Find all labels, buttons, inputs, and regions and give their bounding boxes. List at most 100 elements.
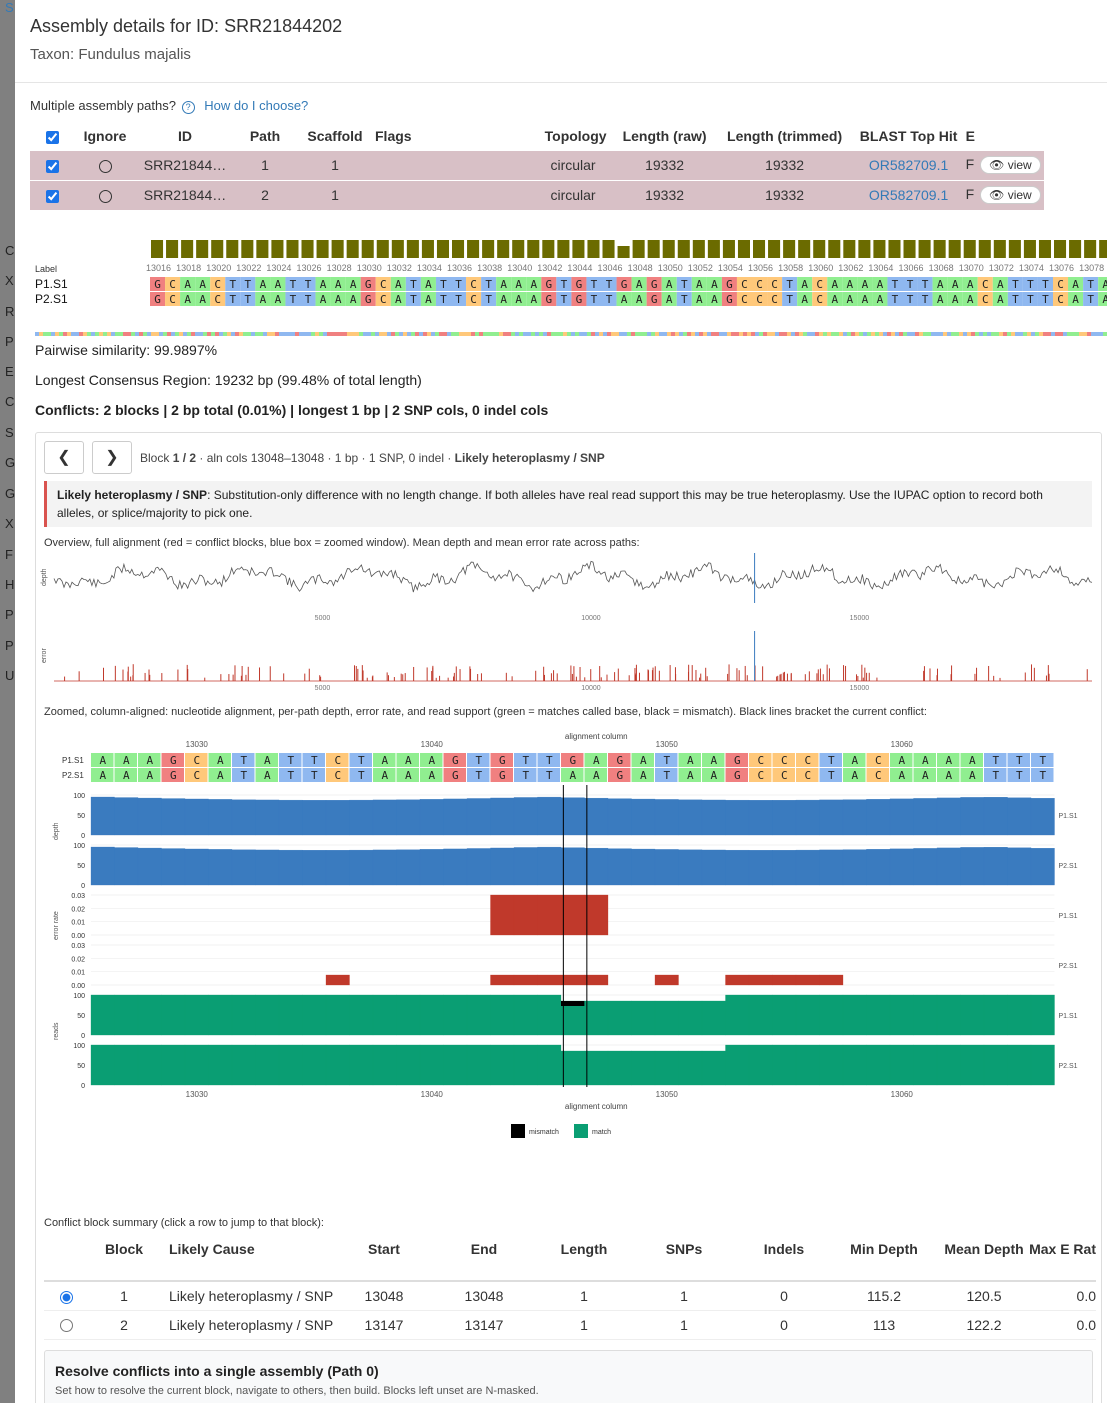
overview-stripe-cell [895, 332, 899, 336]
zoom-y-tick: 0 [81, 1033, 85, 1040]
zoom-bar [748, 850, 773, 886]
overview-stripe-cell [711, 332, 715, 336]
zoom-bar [1030, 798, 1055, 836]
overview-stripe-cell [559, 332, 563, 336]
overview-stripe-cell [127, 332, 131, 336]
zoom-bar [913, 1044, 938, 1086]
col-ignore: Ignore [83, 127, 127, 144]
zoom-bar [960, 847, 985, 886]
overview-stripe-cell [871, 332, 875, 336]
zoom-bar [936, 994, 961, 1036]
zoom-y-tick: 0.03 [71, 943, 85, 950]
zoom-bar [325, 850, 350, 886]
path-checkbox[interactable] [46, 159, 59, 173]
overview-stripe-cell [575, 332, 579, 336]
zoom-base-letter: T [240, 769, 247, 782]
ignore-radio[interactable] [98, 190, 112, 204]
zoom-base-letter: C [334, 769, 341, 782]
zoom-bar [325, 974, 350, 986]
zoom-bar [960, 1044, 985, 1086]
overview-stripe-cell [195, 332, 199, 336]
zoom-base-letter: A [428, 754, 435, 767]
zoom-y-tick: 0.02 [71, 906, 85, 913]
multi-path-help: Multiple assembly paths? ? How do I choo… [30, 98, 308, 114]
view-label: view [1007, 158, 1032, 172]
block-radio[interactable] [60, 1319, 73, 1333]
base-letter: C [816, 278, 823, 291]
overview-stripe-cell [355, 332, 359, 336]
ignore-radio[interactable] [98, 159, 112, 173]
view-button[interactable]: 👁 view [980, 156, 1041, 174]
zoom-base-letter: A [99, 769, 106, 782]
overview-stripe-cell [403, 332, 407, 336]
overview-stripe-cell [751, 332, 755, 336]
zoom-bar [795, 1044, 820, 1086]
table-row[interactable]: SRR21844… 2 1 circular 19332 19332 OR582… [30, 179, 1044, 210]
zoom-base-letter: A [405, 769, 412, 782]
overview-stripe-cell [535, 332, 539, 336]
zoom-base-letter: G [734, 754, 741, 767]
zoom-y-tick: 0.01 [71, 970, 85, 977]
overview-stripe-cell [483, 332, 487, 336]
zoom-bar [866, 994, 891, 1036]
overview-stripe-cell [843, 332, 847, 336]
base-letter: C [1057, 293, 1064, 306]
zoom-base-letter: C [804, 754, 811, 767]
overview-stripe-cell [883, 332, 887, 336]
zoom-tick: 13030 [186, 740, 209, 749]
base-letter: C [756, 293, 763, 306]
zoom-y-tick: 100 [73, 843, 85, 850]
zoom-base-letter: A [146, 754, 153, 767]
table-row[interactable]: SRR21844… 1 1 circular 19332 19332 OR582… [30, 149, 1044, 180]
overview-stripe-cell [755, 332, 759, 336]
zoom-bar [443, 848, 468, 886]
zoom-bar [490, 974, 515, 986]
overview-stripe-cell [759, 332, 763, 336]
overview-stripe-cell [555, 332, 559, 336]
zoom-bar [678, 1000, 703, 1036]
overview-stripe-cell [479, 332, 483, 336]
blast-link[interactable]: OR582709.1 [869, 157, 948, 173]
zoom-bar [231, 849, 256, 886]
zoom-bar [490, 994, 515, 1036]
path-checkbox[interactable] [46, 190, 59, 204]
base-letter: A [1072, 278, 1079, 291]
base-letter: A [320, 278, 327, 291]
msa-viewer[interactable]: Label 13016 13018 13020 13022 13024 13026 13028… [35, 230, 1107, 340]
table-row[interactable]: 1 Likely heteroplasmy / SNP 13048 13048 … [44, 1281, 1096, 1311]
overview-plot[interactable]: depth 5000 10000 15000 error 5000 10000 15000 [36, 551, 1102, 691]
question-icon[interactable]: ? [181, 101, 195, 114]
overview-stripe-cell [891, 332, 895, 336]
overview-stripe-cell [539, 332, 543, 336]
base-letter: T [1012, 293, 1019, 306]
next-block-button[interactable]: ❯ [92, 441, 132, 474]
overview-stripe-cell [491, 332, 495, 336]
summary-caption: Conflict block summary (click a row to j… [44, 1217, 324, 1229]
zoom-bar [396, 1044, 421, 1086]
blast-link[interactable]: OR582709.1 [869, 187, 948, 203]
block-min-depth: 113 [829, 1310, 939, 1340]
base-letter: A [275, 293, 282, 306]
select-all-checkbox[interactable] [46, 130, 59, 144]
zoom-bar [560, 797, 585, 836]
overview-stripe-cell [527, 332, 531, 336]
overview-stripe-cell [595, 332, 599, 336]
conservation-bar [948, 240, 961, 258]
block-radio[interactable] [60, 1290, 73, 1304]
zoomed-plot[interactable]: alignment column 13030 13040 13050 13060 P1.S… [36, 723, 1102, 1143]
position-tick: 13038 [477, 263, 502, 273]
base-letter: A [515, 278, 522, 291]
base-letter: T [305, 278, 312, 291]
eye-icon: 👁 [989, 188, 1005, 203]
zoom-bar [161, 1044, 186, 1086]
view-button[interactable]: 👁 view [980, 186, 1041, 205]
col-blast: BLAST Top Hit [859, 127, 958, 144]
how-do-i-choose-link[interactable]: How do I choose? [204, 98, 308, 113]
overview-stripe-cell [839, 332, 843, 336]
table-row[interactable]: 2 Likely heteroplasmy / SNP 13147 13147 … [44, 1310, 1096, 1340]
block-prefix: Block [140, 451, 173, 465]
overview-stripe-cell [1011, 332, 1015, 336]
overview-stripe-cell [327, 332, 331, 336]
prev-block-button[interactable]: ❮ [44, 441, 84, 474]
zoom-base-letter: A [593, 769, 600, 782]
